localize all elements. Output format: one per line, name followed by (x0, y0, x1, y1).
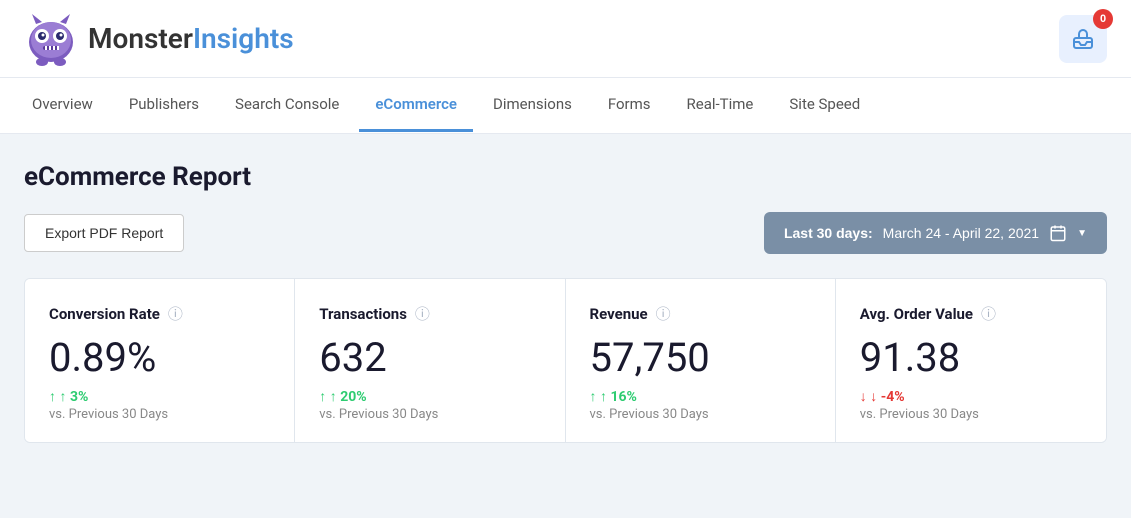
nav-item-overview[interactable]: Overview (16, 79, 109, 132)
logo-insights-text: Insights (193, 22, 294, 55)
date-range-value: March 24 - April 22, 2021 (883, 225, 1039, 241)
arrow-up-icon-revenue: ↑ (590, 389, 611, 405)
arrow-up-icon-transactions: ↑ (319, 389, 340, 405)
stat-compare-revenue: vs. Previous 30 Days (590, 407, 811, 422)
stat-title-transactions: Transactions (319, 305, 407, 323)
notification-badge: 0 (1093, 9, 1113, 29)
stat-title-conversion: Conversion Rate (49, 305, 160, 323)
calendar-icon (1049, 224, 1067, 242)
stat-card-conversion-rate: Conversion Rate ⓘ 0.89% ↑ 3% vs. Previou… (25, 279, 295, 442)
stat-change-transactions: ↑ 20% (319, 388, 540, 405)
date-range-label: Last 30 days: (784, 225, 873, 241)
stat-change-conversion: ↑ 3% (49, 388, 270, 405)
stat-value-revenue: 57,750 (590, 336, 811, 380)
date-range-button[interactable]: Last 30 days: March 24 - April 22, 2021 … (764, 212, 1107, 254)
stat-header-transactions: Transactions ⓘ (319, 303, 540, 324)
nav-item-site-speed[interactable]: Site Speed (773, 79, 876, 132)
stat-compare-avg-order: vs. Previous 30 Days (860, 407, 1082, 422)
arrow-up-icon-conversion: ↑ (49, 389, 70, 405)
stat-change-avg-order: ↓ -4% (860, 388, 1082, 405)
stat-value-conversion: 0.89% (49, 336, 270, 380)
stat-card-avg-order: Avg. Order Value ⓘ 91.38 ↓ -4% vs. Previ… (836, 279, 1106, 442)
stats-grid: Conversion Rate ⓘ 0.89% ↑ 3% vs. Previou… (24, 278, 1107, 443)
nav-item-forms[interactable]: Forms (592, 79, 667, 132)
notification-button[interactable]: 0 (1059, 15, 1107, 63)
stat-header-avg-order: Avg. Order Value ⓘ (860, 303, 1082, 324)
logo-area: MonsterInsights (24, 12, 294, 66)
nav-item-publishers[interactable]: Publishers (113, 79, 215, 132)
notification-icon (1071, 27, 1095, 51)
nav-item-search-console[interactable]: Search Console (219, 79, 355, 132)
info-icon-transactions[interactable]: ⓘ (415, 303, 430, 324)
dropdown-arrow-icon: ▼ (1077, 228, 1087, 239)
stat-change-revenue: ↑ 16% (590, 388, 811, 405)
stat-card-transactions: Transactions ⓘ 632 ↑ 20% vs. Previous 30… (295, 279, 565, 442)
arrow-down-icon-avg-order: ↓ (860, 389, 881, 405)
logo-text: MonsterInsights (88, 22, 294, 55)
stat-value-avg-order: 91.38 (860, 336, 1082, 380)
page-title: eCommerce Report (24, 162, 1107, 192)
monster-logo-icon (24, 12, 78, 66)
stat-header-conversion: Conversion Rate ⓘ (49, 303, 270, 324)
nav-bar: Overview Publishers Search Console eComm… (0, 78, 1131, 134)
stat-title-revenue: Revenue (590, 305, 648, 323)
stat-title-avg-order: Avg. Order Value (860, 305, 973, 323)
header: MonsterInsights 0 (0, 0, 1131, 78)
main-content: eCommerce Report Export PDF Report Last … (0, 134, 1131, 467)
stat-header-revenue: Revenue ⓘ (590, 303, 811, 324)
nav-item-ecommerce[interactable]: eCommerce (359, 79, 473, 132)
stat-compare-transactions: vs. Previous 30 Days (319, 407, 540, 422)
info-icon-avg-order[interactable]: ⓘ (981, 303, 996, 324)
info-icon-revenue[interactable]: ⓘ (656, 303, 671, 324)
nav-item-realtime[interactable]: Real-Time (671, 79, 770, 132)
logo-monster-text: Monster (88, 22, 193, 55)
stat-value-transactions: 632 (319, 336, 540, 380)
info-icon-conversion[interactable]: ⓘ (168, 303, 183, 324)
nav-item-dimensions[interactable]: Dimensions (477, 79, 588, 132)
stat-compare-conversion: vs. Previous 30 Days (49, 407, 270, 422)
stat-card-revenue: Revenue ⓘ 57,750 ↑ 16% vs. Previous 30 D… (566, 279, 836, 442)
toolbar: Export PDF Report Last 30 days: March 24… (24, 212, 1107, 254)
export-pdf-button[interactable]: Export PDF Report (24, 214, 184, 252)
